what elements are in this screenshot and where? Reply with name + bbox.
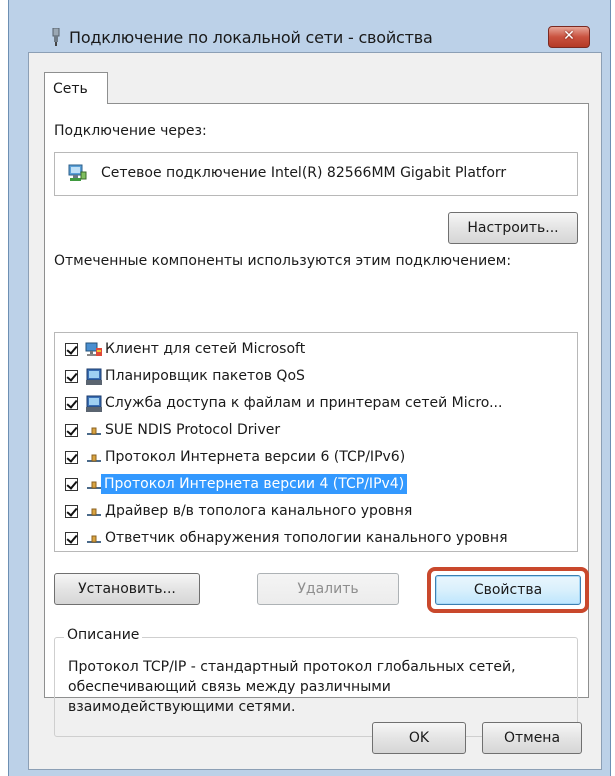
network-client-icon (85, 342, 102, 356)
component-label: Планировщик пакетов QoS (105, 368, 305, 384)
adapter-name: Сетевое подключение Intel(R) 82566MM Gig… (101, 165, 507, 181)
components-label: Отмеченные компоненты используются этим … (54, 253, 512, 269)
list-item[interactable]: Планировщик пакетов QoS (55, 362, 577, 390)
component-checkbox[interactable] (65, 397, 78, 410)
dialog-client-area: Сеть Подключение через: Сетевое подключе… (28, 52, 602, 770)
description-title: Описание (64, 627, 143, 643)
protocol-icon (87, 535, 101, 543)
list-item[interactable]: Служба доступа к файлам и принтерам сете… (55, 389, 577, 417)
component-checkbox[interactable] (65, 451, 78, 464)
tab-network[interactable]: Сеть (44, 72, 108, 104)
close-button[interactable]: ✕ (548, 26, 590, 48)
component-label: Драйвер в/в тополога канального уровня (105, 503, 413, 519)
component-label: Протокол Интернета версии 4 (TCP/IPv4) (101, 474, 408, 494)
list-item[interactable]: Ответчик обнаружения топологии канальног… (55, 524, 577, 551)
list-item[interactable]: Протокол Интернета версии 6 (TCP/IPv6) (55, 443, 577, 471)
title-bar[interactable]: Подключение по локальной сети - свойства… (9, 0, 610, 52)
configure-button[interactable]: Настроить... (448, 212, 578, 244)
protocol-icon (87, 454, 101, 462)
component-label: SUE NDIS Protocol Driver (105, 422, 281, 438)
window-title: Подключение по локальной сети - свойства (69, 28, 433, 47)
network-connection-icon (52, 28, 60, 46)
install-button[interactable]: Установить... (54, 573, 200, 605)
list-item-selected[interactable]: Протокол Интернета версии 4 (TCP/IPv4) (55, 470, 577, 498)
component-checkbox[interactable] (65, 424, 78, 437)
service-icon (86, 395, 102, 412)
component-label: Протокол Интернета версии 6 (TCP/IPv6) (105, 449, 406, 465)
remove-button[interactable]: Удалить (257, 573, 399, 605)
list-item[interactable]: Драйвер в/в тополога канального уровня (55, 497, 577, 525)
component-label: Служба доступа к файлам и принтерам сете… (105, 395, 503, 411)
properties-button[interactable]: Свойства (435, 575, 581, 605)
list-item[interactable]: SUE NDIS Protocol Driver (55, 416, 577, 444)
list-item[interactable]: Клиент для сетей Microsoft (55, 335, 577, 363)
component-checkbox[interactable] (65, 532, 78, 545)
service-icon (86, 368, 102, 385)
component-checkbox[interactable] (65, 505, 78, 518)
close-icon: ✕ (563, 28, 575, 44)
adapter-field: Сетевое подключение Intel(R) 82566MM Gig… (54, 152, 578, 196)
protocol-icon (87, 427, 101, 435)
cancel-button[interactable]: Отмена (482, 722, 582, 754)
components-list[interactable]: Клиент для сетей Microsoft Планировщик п… (54, 332, 578, 552)
component-label: Ответчик обнаружения топологии канальног… (105, 530, 508, 546)
ok-button[interactable]: OK (372, 722, 466, 754)
network-adapter-icon (68, 164, 87, 181)
component-checkbox[interactable] (65, 343, 78, 356)
component-label: Клиент для сетей Microsoft (105, 341, 306, 357)
protocol-icon (87, 508, 101, 516)
description-text: Протокол TCP/IP - стандартный протокол г… (68, 659, 516, 715)
component-checkbox[interactable] (65, 478, 78, 491)
component-checkbox[interactable] (65, 370, 78, 383)
connect-via-label: Подключение через: (54, 123, 207, 139)
dialog-window: Подключение по локальной сети - свойства… (8, 0, 611, 776)
